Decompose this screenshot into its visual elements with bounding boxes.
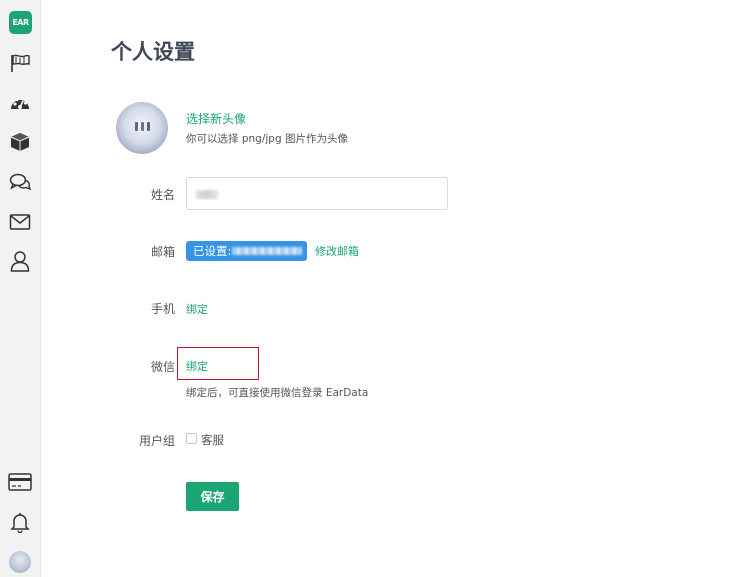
choose-avatar-link[interactable]: 选择新头像 — [186, 110, 246, 127]
chat-icon — [9, 172, 31, 192]
bell-icon — [9, 511, 31, 533]
sidebar-item-dashboard[interactable] — [0, 85, 40, 121]
bind-wechat-link[interactable]: 绑定 — [186, 358, 208, 374]
sidebar-item-card[interactable] — [0, 464, 40, 500]
profile-avatar — [116, 102, 168, 154]
avatar-hint: 你可以选择 png/jpg 图片作为头像 — [186, 133, 348, 145]
wechat-label: 微信 — [150, 360, 175, 374]
email-label: 邮箱 — [150, 245, 175, 259]
app-logo[interactable]: EAR — [9, 11, 32, 34]
redacted-email — [232, 247, 302, 255]
wechat-hint: 绑定后，可直接使用微信登录 EarData — [186, 387, 369, 399]
sidebar-item-chat[interactable] — [0, 164, 40, 200]
name-label: 姓名 — [150, 188, 175, 202]
phone-label: 手机 — [150, 302, 175, 316]
avatar[interactable] — [9, 551, 31, 573]
flag-icon — [9, 53, 31, 73]
email-status-text: 已设置: — [193, 244, 232, 258]
bind-phone-link[interactable]: 绑定 — [186, 301, 208, 317]
name-input[interactable] — [186, 177, 448, 210]
card-icon — [8, 473, 32, 491]
usergroup-option-label: 客服 — [201, 433, 224, 447]
sidebar-item-mail[interactable] — [0, 204, 40, 240]
save-button[interactable]: 保存 — [186, 482, 239, 511]
user-icon — [9, 250, 31, 272]
usergroup-label: 用户组 — [138, 434, 175, 448]
mail-icon — [9, 212, 31, 232]
change-email-link[interactable]: 修改邮箱 — [315, 243, 359, 259]
sidebar: EAR — [0, 0, 41, 577]
dashboard-icon — [9, 93, 31, 113]
sidebar-item-user[interactable] — [0, 243, 40, 279]
cube-icon — [9, 132, 31, 152]
redacted-name — [196, 190, 218, 199]
sidebar-item-cube[interactable] — [0, 124, 40, 160]
sidebar-item-notifications[interactable] — [0, 504, 40, 540]
sidebar-item-flag[interactable] — [0, 45, 40, 81]
usergroup-checkbox[interactable] — [186, 433, 197, 444]
email-status-badge: 已设置: — [186, 241, 307, 261]
page-title: 个人设置 — [111, 40, 195, 64]
